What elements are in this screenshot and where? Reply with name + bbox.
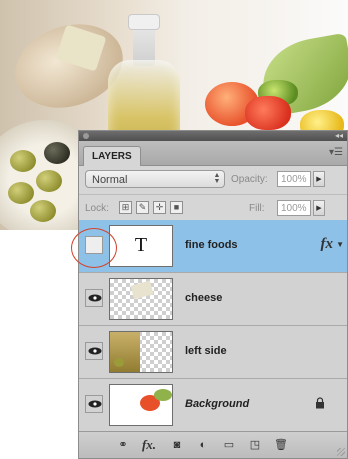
eye-icon[interactable] [85, 289, 103, 307]
adjustment-layer-icon[interactable]: ◐ [195, 437, 211, 453]
layer-row-fine-foods[interactable]: T fine foods fx ▼ [79, 220, 347, 273]
fill-slider-button[interactable]: ▶ [313, 200, 325, 216]
layer-name[interactable]: fine foods [185, 239, 238, 251]
resize-grip-icon[interactable] [337, 448, 345, 456]
left-side-thumb-shape [110, 332, 140, 372]
olive-thumb-shape [114, 358, 124, 367]
lock-transparency-icon[interactable]: ⊞ [119, 201, 132, 214]
layer-mask-icon[interactable]: ◙ [169, 437, 185, 453]
blend-mode-select[interactable]: Normal ▲ ▼ [85, 170, 225, 188]
collapse-icon[interactable]: ◂◂ [335, 131, 343, 141]
new-layer-icon[interactable]: ◳ [247, 437, 263, 453]
layer-thumbnail-text: T [109, 225, 173, 267]
opacity-slider-button[interactable]: ▶ [313, 171, 325, 187]
olive-shape [30, 200, 56, 222]
fill-input[interactable]: 100% [277, 200, 311, 216]
fx-icon[interactable]: fx [321, 236, 334, 253]
text-layer-icon: T [134, 234, 148, 256]
layers-list: T fine foods fx ▼ cheese left side Backg… [79, 220, 347, 432]
panel-title-strip[interactable]: ◂◂ [79, 131, 347, 141]
layers-panel: ◂◂ LAYERS ▾☰ Normal ▲ ▼ Opacity: 100% ▶ L… [78, 130, 348, 459]
red-pepper-shape [245, 96, 291, 130]
olive-shape [8, 182, 34, 204]
blend-mode-value: Normal [92, 174, 128, 186]
blend-row: Normal ▲ ▼ Opacity: 100% ▶ [79, 166, 347, 192]
layer-row-background[interactable]: Background [79, 379, 347, 432]
layer-thumbnail-background [109, 384, 173, 426]
olive-shape [44, 142, 70, 164]
panel-tab-bar: LAYERS ▾☰ [79, 141, 347, 166]
close-icon[interactable] [83, 133, 89, 139]
lock-all-icon[interactable]: ■ [170, 201, 183, 214]
lock-row: Lock: ⊞ ✎ ✛ ■ Fill: 100% ▶ [79, 194, 347, 219]
layer-thumbnail-cheese [109, 278, 173, 320]
panel-bottom-bar: ⚭ fx. ◙ ◐ ▭ ◳ 🗑 [79, 431, 347, 458]
link-layers-icon[interactable]: ⚭ [115, 437, 131, 453]
lock-icon [316, 397, 324, 409]
layer-row-left-side[interactable]: left side [79, 326, 347, 379]
panel-menu-icon[interactable]: ▾☰ [329, 147, 343, 158]
opacity-label: Opacity: [231, 174, 268, 185]
layer-row-cheese[interactable]: cheese [79, 273, 347, 326]
highlight-circle-annotation [71, 228, 117, 268]
fx-icon[interactable]: fx. [141, 437, 157, 453]
new-group-icon[interactable]: ▭ [221, 437, 237, 453]
greens-thumb-shape [154, 389, 172, 401]
layer-name[interactable]: left side [185, 345, 227, 357]
olive-shape [10, 150, 36, 172]
layer-thumbnail-left-side [109, 331, 173, 373]
select-arrows-icon: ▲ ▼ [213, 172, 221, 185]
olive-shape [36, 170, 62, 192]
lock-label: Lock: [85, 203, 109, 214]
cheese-thumb-shape [130, 280, 154, 300]
eye-icon[interactable] [85, 395, 103, 413]
layer-name[interactable]: cheese [185, 292, 222, 304]
trash-icon[interactable]: 🗑 [273, 437, 289, 453]
expand-effects-icon[interactable]: ▼ [336, 240, 344, 249]
lock-image-pixels-icon[interactable]: ✎ [136, 201, 149, 214]
lock-position-icon[interactable]: ✛ [153, 201, 166, 214]
fill-label: Fill: [249, 203, 265, 214]
tab-layers[interactable]: LAYERS [83, 146, 141, 166]
eye-icon[interactable] [85, 342, 103, 360]
layer-name[interactable]: Background [185, 398, 249, 410]
opacity-input[interactable]: 100% [277, 171, 311, 187]
bottle-cork-shape [128, 14, 160, 30]
